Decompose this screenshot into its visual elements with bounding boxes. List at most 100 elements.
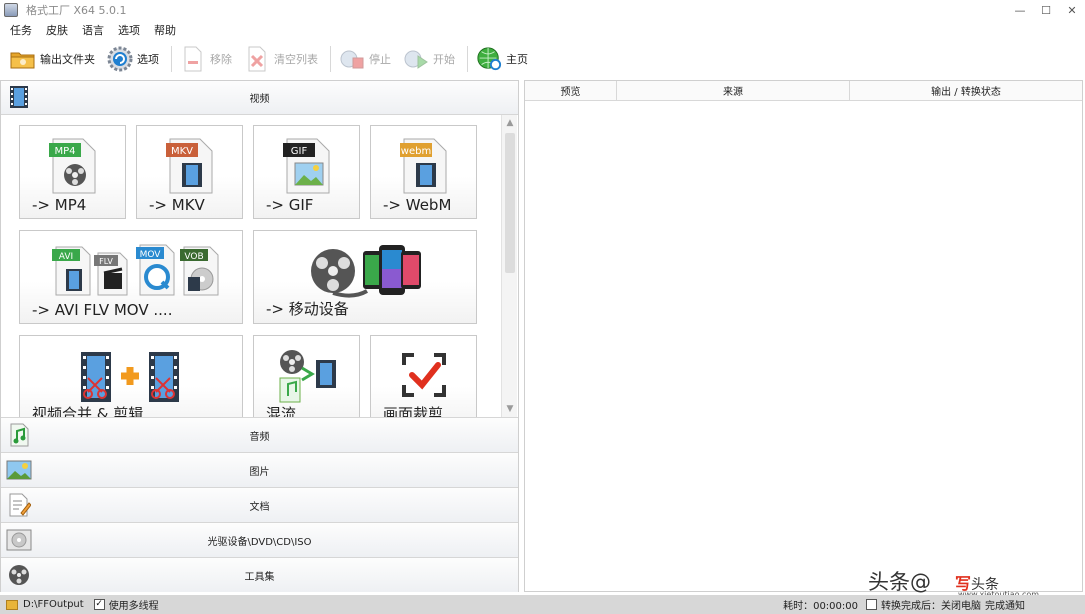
document-pen-icon xyxy=(6,493,32,517)
tile-to-multi-format-label: -> AVI FLV MOV .... xyxy=(32,301,173,319)
home-button[interactable]: 主页 xyxy=(476,43,528,75)
category-video-label: 视频 xyxy=(249,94,270,105)
toolbar: 输出文件夹 选项 移除 清空列表 停止 开始 主页 xyxy=(0,40,1085,78)
menu-options[interactable]: 选项 xyxy=(118,22,140,38)
category-image[interactable]: 图片 xyxy=(1,452,518,487)
film-strip-icon xyxy=(7,85,31,109)
webm-badge: webm xyxy=(400,146,430,157)
scroll-down-icon[interactable]: ▼ xyxy=(504,403,516,415)
mkv-file-icon: MKV xyxy=(137,132,242,198)
title-bar: 格式工厂 X64 5.0.1 — ☐ ✕ xyxy=(0,0,1085,20)
landscape-image-icon xyxy=(6,458,32,482)
toolbar-separator xyxy=(171,46,172,72)
tile-to-gif-label: -> GIF xyxy=(266,196,314,214)
scroll-thumb[interactable] xyxy=(505,133,515,273)
category-audio-label: 音频 xyxy=(249,431,270,443)
category-optical-drive-label: 光驱设备\DVD\CD\ISO xyxy=(207,536,312,548)
film-reel-icon xyxy=(6,563,32,587)
gear-icon xyxy=(107,46,133,72)
menu-task[interactable]: 任务 xyxy=(10,22,32,38)
vob-badge: VOB xyxy=(184,252,203,262)
menu-skin[interactable]: 皮肤 xyxy=(46,22,68,38)
stop-button[interactable]: 停止 xyxy=(339,43,391,75)
merge-scissors-icon xyxy=(20,342,242,408)
window-title: 格式工厂 X64 5.0.1 xyxy=(26,4,127,17)
category-document-label: 文档 xyxy=(249,501,270,513)
tile-mux-label: 混流 xyxy=(266,405,297,417)
multithread-label: 使用多线程 xyxy=(108,601,159,612)
mp4-file-icon: MP4 xyxy=(20,132,125,198)
menu-language[interactable]: 语言 xyxy=(82,22,104,38)
video-scrollbar[interactable]: ▲ ▼ xyxy=(501,115,517,417)
tile-to-mobile-device[interactable]: -> 移动设备 xyxy=(253,230,477,324)
window-controls: — ☐ ✕ xyxy=(1007,0,1085,20)
tile-to-webm[interactable]: webm -> WebM xyxy=(370,125,477,219)
tile-crop[interactable]: 画面裁剪 xyxy=(370,335,477,417)
options-button[interactable]: 选项 xyxy=(107,43,159,75)
category-video-header[interactable]: 视频 xyxy=(1,81,518,115)
tile-video-merge-edit[interactable]: 视频合并 & 剪辑 xyxy=(19,335,243,417)
mux-icon xyxy=(254,342,359,408)
multithread-checkbox[interactable]: ✓ xyxy=(93,599,105,610)
toolbar-separator xyxy=(467,46,468,72)
clear-list-icon xyxy=(244,46,270,72)
tile-to-multi-format[interactable]: AVI FLV MOV VOB -> AVI FLV MOV .... xyxy=(19,230,243,324)
menu-help[interactable]: 帮助 xyxy=(154,22,176,38)
tile-to-gif[interactable]: GIF -> GIF xyxy=(253,125,360,219)
category-tools[interactable]: 工具集 xyxy=(1,557,518,592)
mobile-device-icon xyxy=(254,237,476,303)
remove-file-icon xyxy=(180,46,206,72)
after-convert-label: 转换完成后：关闭电脑 xyxy=(881,601,981,612)
tile-to-mp4[interactable]: MP4 -> MP4 xyxy=(19,125,126,219)
mp4-badge: MP4 xyxy=(54,146,75,157)
task-list-header: 预览 来源 输出 / 转换状态 xyxy=(525,81,1082,101)
video-tools-area: MP4 -> MP4 MKV -> MKV GIF -> GIF webm ->… xyxy=(1,115,518,417)
watermark-text: 头条@ xyxy=(868,570,931,594)
tile-mux[interactable]: 混流 xyxy=(253,335,360,417)
column-preview[interactable]: 预览 xyxy=(525,81,617,100)
webm-file-icon: webm xyxy=(371,132,476,198)
tile-to-mkv[interactable]: MKV -> MKV xyxy=(136,125,243,219)
menu-bar: 任务 皮肤 语言 选项 帮助 xyxy=(0,20,1085,39)
notify-label: 完成通知 xyxy=(985,601,1025,612)
output-folder-icon xyxy=(6,599,18,610)
clear-list-button[interactable]: 清空列表 xyxy=(244,43,318,75)
close-button[interactable]: ✕ xyxy=(1059,0,1085,20)
column-source[interactable]: 来源 xyxy=(617,81,850,100)
tile-to-mkv-label: -> MKV xyxy=(149,196,205,214)
multi-format-icons: AVI FLV MOV VOB xyxy=(20,237,242,303)
globe-home-icon xyxy=(476,46,502,72)
stop-label: 停止 xyxy=(369,53,391,66)
mov-badge: MOV xyxy=(140,250,162,260)
category-optical-drive[interactable]: 光驱设备\DVD\CD\ISO xyxy=(1,522,518,557)
start-button[interactable]: 开始 xyxy=(403,43,455,75)
output-path[interactable]: D:\FFOutput xyxy=(23,599,84,610)
tile-crop-label: 画面裁剪 xyxy=(383,405,444,417)
category-image-label: 图片 xyxy=(249,466,270,478)
home-label: 主页 xyxy=(506,53,528,66)
folder-icon xyxy=(10,46,36,72)
category-tools-label: 工具集 xyxy=(244,571,275,583)
gif-badge: GIF xyxy=(290,146,307,157)
music-note-icon xyxy=(6,423,32,447)
app-logo-icon xyxy=(4,3,18,17)
start-label: 开始 xyxy=(433,53,455,66)
optical-drive-icon xyxy=(6,528,32,552)
minimize-button[interactable]: — xyxy=(1007,0,1033,20)
output-folder-button[interactable]: 输出文件夹 xyxy=(10,43,95,75)
tile-to-mp4-label: -> MP4 xyxy=(32,196,87,214)
status-right-group: 耗时：00:00:00 转换完成后：关闭电脑 完成通知 xyxy=(783,595,1025,614)
after-convert-checkbox[interactable] xyxy=(866,599,877,610)
category-audio[interactable]: 音频 xyxy=(1,417,518,452)
maximize-button[interactable]: ☐ xyxy=(1033,0,1059,20)
tile-to-mobile-device-label: -> 移动设备 xyxy=(266,300,349,318)
flv-badge: FLV xyxy=(99,257,113,266)
remove-button[interactable]: 移除 xyxy=(180,43,232,75)
column-output-status[interactable]: 输出 / 转换状态 xyxy=(850,81,1082,100)
start-icon xyxy=(403,46,429,72)
scroll-up-icon[interactable]: ▲ xyxy=(504,117,516,129)
output-folder-label: 输出文件夹 xyxy=(40,53,95,66)
tile-video-merge-edit-label: 视频合并 & 剪辑 xyxy=(32,405,144,417)
category-document[interactable]: 文档 xyxy=(1,487,518,522)
gif-file-icon: GIF xyxy=(254,132,359,198)
